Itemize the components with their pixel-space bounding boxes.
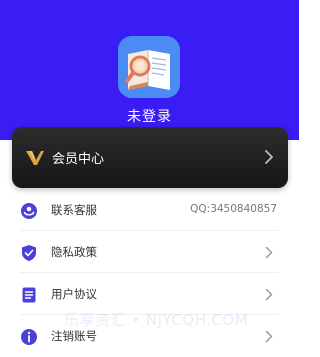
login-status[interactable]: 未登录 [0,106,299,126]
vip-center-card[interactable]: 会员中心 [12,127,288,188]
menu-label-deregister: 注销账号 [51,329,97,343]
chevron-right-icon [265,330,273,343]
chevron-right-icon [265,288,273,301]
document-list-icon [22,287,36,303]
contact-qq-value: QQ:3450840857 [190,203,277,215]
menu-item-privacy[interactable]: 隐私政策 [0,232,299,273]
book-magnifier-icon [118,36,180,98]
info-circle-icon [21,329,37,345]
watermark: 乐享资汇 • NJYCQH.COM [64,311,249,329]
vip-v-icon [26,151,44,165]
divider [20,230,279,231]
menu-label-privacy: 隐私政策 [51,245,97,259]
menu-label-contact: 联系客服 [51,203,97,217]
shield-check-icon [22,245,36,261]
chevron-right-icon [265,246,273,259]
chevron-right-icon [265,150,273,164]
menu-label-agreement: 用户协议 [51,287,97,301]
headset-icon [21,203,37,219]
avatar[interactable] [118,36,180,98]
divider [20,272,279,273]
vip-center-label: 会员中心 [52,152,105,167]
menu-item-contact[interactable]: 联系客服 QQ:3450840857 [0,190,299,231]
